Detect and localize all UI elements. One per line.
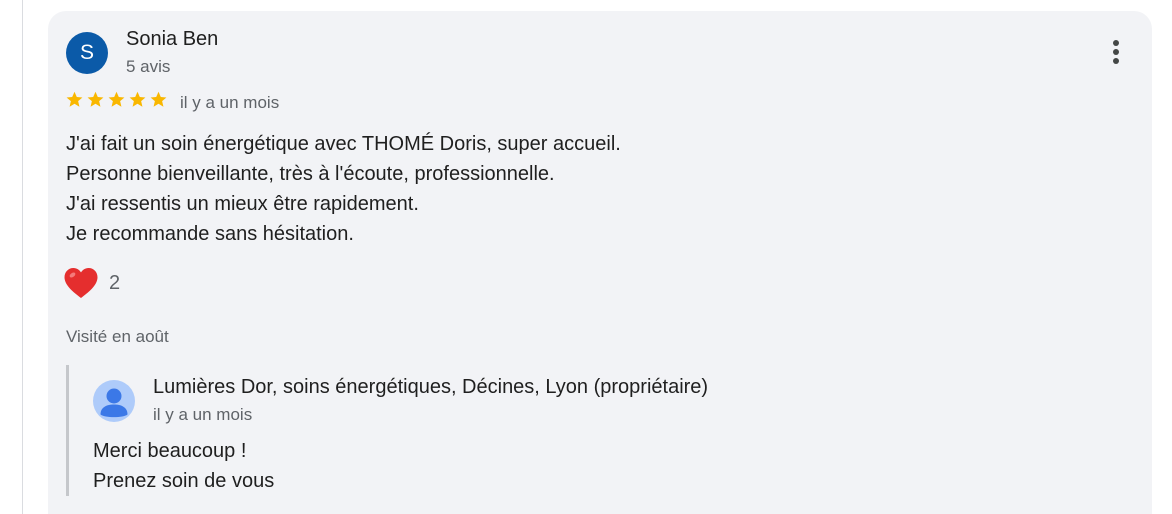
reaction-count: 2 (109, 271, 121, 294)
reviewer-review-count: 5 avis (126, 57, 171, 76)
review-text-line: J'ai ressentis un mieux être rapidement. (66, 193, 419, 215)
review-text-line: Je recommande sans hésitation. (66, 223, 354, 245)
owner-reply: Lumières Dor, soins énergétiques, Décine… (66, 365, 1069, 496)
more-options-button[interactable] (1102, 36, 1130, 68)
review-text: J'ai fait un soin énergétique avec THOMÉ… (66, 129, 621, 249)
reply-date: il y a un mois (153, 405, 253, 424)
star-icon (128, 90, 147, 109)
person-icon (100, 388, 128, 418)
star-icon (65, 90, 84, 109)
star-icon (149, 90, 168, 109)
heart-reaction-button[interactable]: 2 (63, 267, 120, 299)
owner-avatar (93, 380, 135, 422)
star-icon (86, 90, 105, 109)
reviewer-name[interactable]: Sonia Ben (126, 28, 218, 51)
reply-text: Merci beaucoup ! Prenez soin de vous (93, 436, 274, 496)
review-date: il y a un mois (180, 93, 280, 112)
star-rating (65, 90, 168, 109)
owner-name[interactable]: Lumières Dor, soins énergétiques, Décine… (153, 376, 708, 399)
reviewer-avatar[interactable]: S (66, 32, 108, 74)
heart-icon (64, 268, 98, 298)
left-divider (22, 0, 23, 514)
review-card: S Sonia Ben 5 avis il y a un mois J'ai f… (48, 11, 1152, 514)
review-text-line: Personne bienveillante, très à l'écoute,… (66, 163, 555, 185)
reply-text-line: Prenez soin de vous (93, 470, 275, 492)
more-vert-icon (1113, 40, 1119, 64)
visit-date: Visité en août (66, 327, 169, 346)
reply-text-line: Merci beaucoup ! (93, 440, 247, 462)
review-text-line: J'ai fait un soin énergétique avec THOMÉ… (66, 133, 621, 155)
star-icon (107, 90, 126, 109)
